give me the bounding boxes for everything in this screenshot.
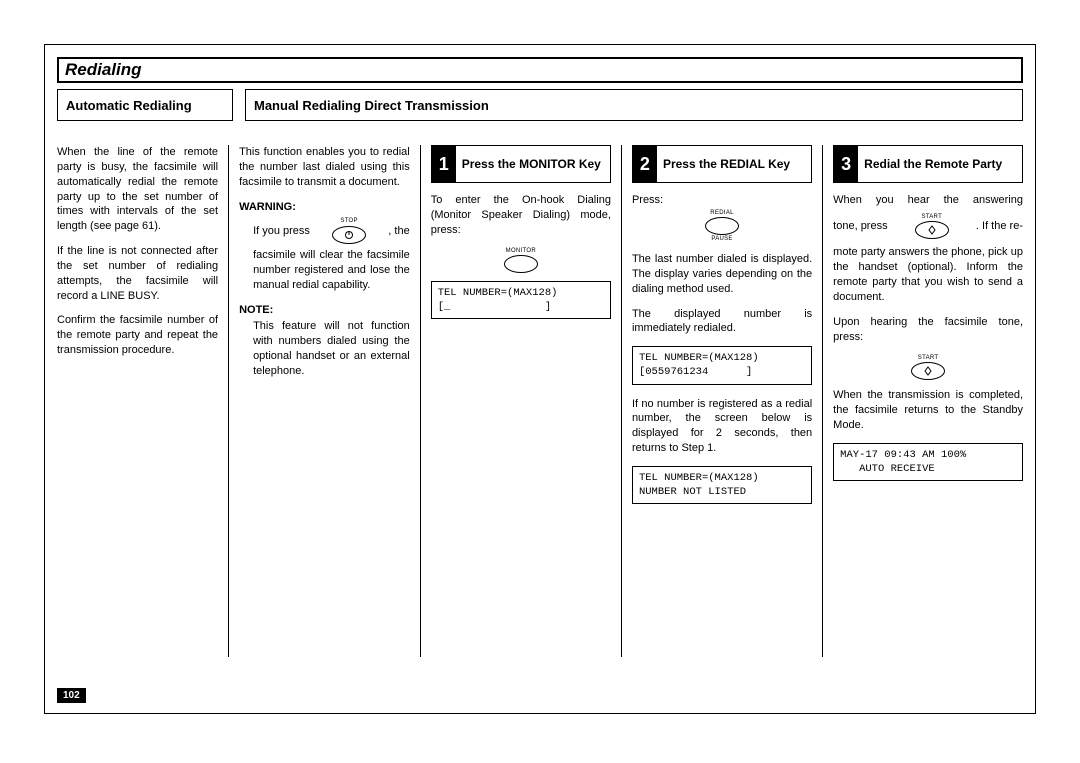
monitor-oval-icon <box>504 255 538 273</box>
step1-label: Press the MONITOR Key <box>456 157 601 171</box>
step2-lcd2: TEL NUMBER=(MAX128) NUMBER NOT LISTED <box>632 466 812 504</box>
start-label: START <box>918 355 939 362</box>
subhead-manual: Manual Redialing Direct Transmission <box>245 89 1023 121</box>
col-auto-redial: When the line of the remote party is bus… <box>57 145 228 657</box>
manual-p1: This function enables you to redial the … <box>239 145 410 190</box>
start-oval-icon <box>911 362 945 380</box>
separator-3 <box>621 145 622 657</box>
separator-4 <box>822 145 823 657</box>
step3-p3: Upon hearing the facsimile tone, press: <box>833 315 1023 345</box>
step2-p3: The displayed number is immediately redi… <box>632 307 812 337</box>
warn-text-a: If you press <box>253 224 310 239</box>
step2-number: 2 <box>633 146 657 182</box>
redial-button-icon: REDIAL PAUSE <box>705 210 739 244</box>
warning-header: WARNING: <box>239 200 410 215</box>
step1-lcd: TEL NUMBER=(MAX128) [_ ] <box>431 281 611 319</box>
step3-p1b: tone, press <box>833 219 887 234</box>
step3-header: 3 Redial the Remote Party <box>833 145 1023 183</box>
col-step2: 2 Press the REDIAL Key Press: REDIAL PAU… <box>632 145 822 657</box>
step3-lcd: MAY-17 09:43 AM 100% AUTO RECEIVE <box>833 443 1023 481</box>
stop-oval-icon <box>332 226 366 244</box>
step3-number: 3 <box>834 146 858 182</box>
columns: When the line of the remote party is bus… <box>57 145 1023 657</box>
start-oval-icon-inline <box>915 221 949 239</box>
warn-text-b: , the <box>388 224 409 239</box>
warn-text-c: facsimile will clear the facsimile numbe… <box>253 248 410 293</box>
separator-2 <box>420 145 421 657</box>
subhead-manual-label: Manual Redialing Direct Transmission <box>254 98 489 113</box>
step1-p1: To enter the On-hook Dialing (Monitor Sp… <box>431 193 611 238</box>
note-header: NOTE: <box>239 303 410 318</box>
page-number: 102 <box>57 688 86 703</box>
redial-label: REDIAL <box>710 210 733 217</box>
step1-number: 1 <box>432 146 456 182</box>
step3-p1c: . If the re- <box>976 219 1023 234</box>
step3-p1a: When you hear the answering <box>833 193 1023 208</box>
page-title: Redialing <box>65 60 142 80</box>
start-button-icon-inline: START <box>915 214 949 240</box>
col-step1: 1 Press the MONITOR Key To enter the On-… <box>431 145 621 657</box>
col-manual-intro: This function enables you to redial the … <box>239 145 420 657</box>
step3-p2: mote party answers the phone, pick up th… <box>833 245 1023 304</box>
step2-header: 2 Press the REDIAL Key <box>632 145 812 183</box>
step2-p4: If no number is registered as a redial n… <box>632 397 812 456</box>
step2-p1: Press: <box>632 193 812 208</box>
monitor-label: MONITOR <box>506 248 536 255</box>
step2-label: Press the REDIAL Key <box>657 157 790 171</box>
col-step3: 3 Redial the Remote Party When you hear … <box>833 145 1023 657</box>
monitor-button-icon: MONITOR <box>504 248 538 274</box>
auto-p2: If the line is not connected after the s… <box>57 244 218 303</box>
subheadings-row: Automatic Redialing Manual Redialing Dir… <box>57 89 1023 121</box>
auto-p1: When the line of the remote party is bus… <box>57 145 218 234</box>
pause-label: PAUSE <box>711 236 732 243</box>
separator-1 <box>228 145 229 657</box>
stop-button-icon: STOP <box>332 218 366 244</box>
step1-header: 1 Press the MONITOR Key <box>431 145 611 183</box>
subhead-auto: Automatic Redialing <box>57 89 233 121</box>
start-button-icon: START <box>911 355 945 381</box>
step2-p2: The last number dialed is displayed. The… <box>632 252 812 297</box>
step3-label: Redial the Remote Party <box>858 157 1002 171</box>
title-bar: Redialing <box>57 57 1023 83</box>
warning-body: If you press STOP , the facsimile will c… <box>239 218 410 292</box>
note-body: This feature will not function with numb… <box>239 319 410 378</box>
redial-oval-icon <box>705 217 739 235</box>
start-label-inline: START <box>921 214 942 221</box>
step2-lcd1: TEL NUMBER=(MAX128) [0559761234 ] <box>632 346 812 384</box>
step3-p4: When the transmission is completed, the … <box>833 388 1023 433</box>
subhead-auto-label: Automatic Redialing <box>66 98 192 113</box>
auto-p3: Confirm the facsimile number of the remo… <box>57 313 218 358</box>
stop-label: STOP <box>340 218 357 225</box>
manual-page: Redialing Automatic Redialing Manual Red… <box>44 44 1036 714</box>
